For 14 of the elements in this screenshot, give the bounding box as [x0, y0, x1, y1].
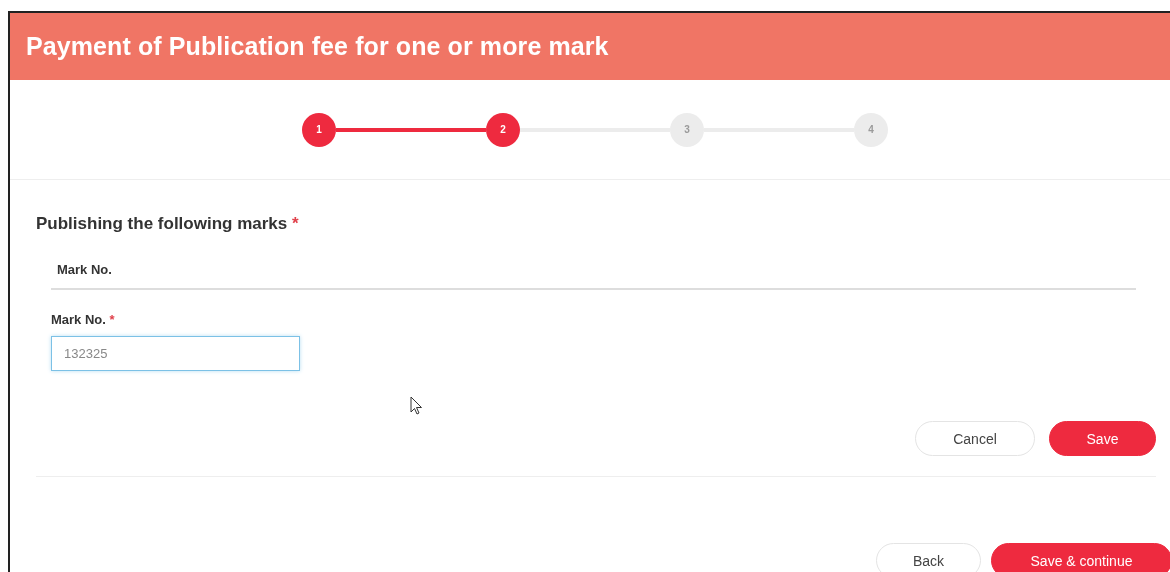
- field-label: Mark No. *: [51, 312, 116, 327]
- save-button[interactable]: Save: [1049, 421, 1156, 456]
- column-header: Mark No.: [57, 262, 112, 277]
- step-circle: 1: [302, 112, 336, 147]
- mouse-pointer-icon: [410, 396, 424, 416]
- mark-number-field[interactable]: 132325: [51, 336, 300, 371]
- page-title: Payment of Publication fee for one or more mark: [26, 32, 609, 61]
- section-title: Publishing the following marks *: [36, 214, 300, 234]
- save-continue-button[interactable]: Save & continue: [991, 543, 1170, 572]
- step-circle: 4: [854, 112, 888, 147]
- step-circle: 3: [670, 112, 704, 147]
- back-button[interactable]: Back: [876, 543, 981, 572]
- cancel-button[interactable]: Cancel: [915, 421, 1035, 456]
- step-circle: 2: [486, 112, 520, 147]
